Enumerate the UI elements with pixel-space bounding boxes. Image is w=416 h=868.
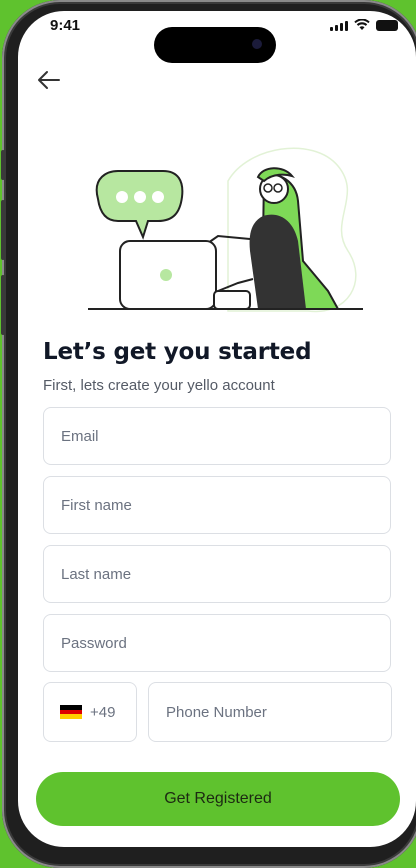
email-input[interactable] <box>61 427 373 445</box>
volume-up-button <box>1 200 5 260</box>
signal-icon <box>330 21 348 31</box>
dynamic-island <box>154 27 276 63</box>
back-button[interactable] <box>36 69 62 91</box>
germany-flag-icon <box>60 705 82 720</box>
person-laptop-chat-illustration <box>88 147 363 313</box>
country-code-selector[interactable]: +49 <box>43 682 137 742</box>
status-time: 9:41 <box>50 17 81 34</box>
camera-icon <box>252 39 262 49</box>
country-code: +49 <box>90 703 116 721</box>
first-name-field[interactable] <box>43 476 391 534</box>
battery-icon <box>376 20 398 31</box>
password-input[interactable] <box>61 634 373 652</box>
last-name-input[interactable] <box>61 565 373 583</box>
volume-down-button <box>1 275 5 335</box>
last-name-field[interactable] <box>43 545 391 603</box>
screen: 9:41 Let’s get you started First, lets c… <box>18 11 416 847</box>
password-field[interactable] <box>43 614 391 672</box>
email-field[interactable] <box>43 407 391 465</box>
phone-number-field[interactable] <box>148 682 392 742</box>
phone-frame: 9:41 Let’s get you started First, lets c… <box>1 0 416 868</box>
wifi-icon <box>354 19 370 30</box>
page-title: Let’s get you started <box>43 339 312 365</box>
arrow-left-icon <box>38 71 60 89</box>
get-registered-button[interactable]: Get Registered <box>36 772 400 826</box>
status-icons <box>330 19 398 31</box>
phone-number-input[interactable] <box>166 703 374 721</box>
first-name-input[interactable] <box>61 496 373 514</box>
action-button <box>1 150 5 180</box>
page-subtitle: First, lets create your yello account <box>43 377 275 394</box>
